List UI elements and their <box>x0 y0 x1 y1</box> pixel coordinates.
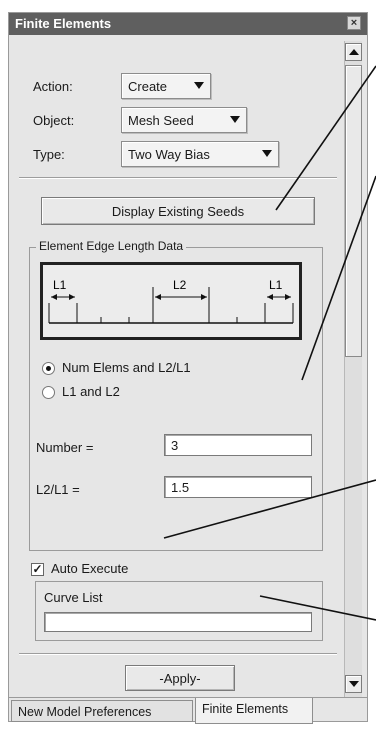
finite-elements-panel: Finite Elements × Action: Create Object:… <box>8 12 368 724</box>
dim-label-middle: L2 <box>173 278 187 292</box>
title-bar: Finite Elements × <box>9 13 367 35</box>
scrollbar-thumb[interactable] <box>345 65 362 357</box>
ratio-field[interactable]: 1.5 <box>164 476 312 498</box>
tab-new-model-preferences[interactable]: New Model Preferences <box>11 700 193 722</box>
curve-list-group: Curve List <box>35 581 323 641</box>
object-label: Object: <box>33 113 75 128</box>
bias-diagram: L1 L2 L1 <box>40 262 302 340</box>
radio-l1-l2[interactable] <box>42 386 55 399</box>
curve-list-input[interactable] <box>44 612 312 632</box>
arrowhead <box>51 294 57 300</box>
form-content: Action: Create Object: Mesh Seed Type: T… <box>9 35 343 697</box>
arrowhead <box>267 294 273 300</box>
radio-num-elems[interactable] <box>42 362 55 375</box>
object-dropdown[interactable]: Mesh Seed <box>121 107 247 133</box>
arrow-down-icon[interactable] <box>345 675 362 693</box>
action-value: Create <box>128 79 168 94</box>
tab-strip: New Model Preferences Finite Elements <box>9 697 367 724</box>
auto-execute-checkbox[interactable]: ✓ <box>31 563 44 576</box>
type-value: Two Way Bias <box>128 147 210 162</box>
bias-diagram-svg: L1 L2 L1 <box>48 278 294 324</box>
action-dropdown[interactable]: Create <box>121 73 211 99</box>
apply-button[interactable]: -Apply- <box>125 665 235 691</box>
display-existing-seeds-button[interactable]: Display Existing Seeds <box>41 197 315 225</box>
chevron-down-icon <box>262 150 272 157</box>
element-edge-length-group: Element Edge Length Data L1 L2 L1 Num El… <box>29 239 323 551</box>
vertical-scrollbar[interactable] <box>344 41 362 697</box>
arrowhead <box>201 294 207 300</box>
radio-num-elems-label: Num Elems and L2/L1 <box>62 360 191 375</box>
dim-label-right: L1 <box>269 278 283 292</box>
group-title: Element Edge Length Data <box>36 239 187 253</box>
number-field[interactable]: 3 <box>164 434 312 456</box>
action-label: Action: <box>33 79 73 94</box>
object-value: Mesh Seed <box>128 113 194 128</box>
ratio-label: L2/L1 = <box>36 482 80 497</box>
tab-finite-elements[interactable]: Finite Elements <box>195 698 313 724</box>
chevron-down-icon <box>230 116 240 123</box>
separator <box>19 177 337 179</box>
close-icon[interactable]: × <box>347 16 361 30</box>
chevron-down-icon <box>194 82 204 89</box>
type-dropdown[interactable]: Two Way Bias <box>121 141 279 167</box>
arrow-up-icon[interactable] <box>345 43 362 61</box>
arrowhead <box>155 294 161 300</box>
number-label: Number = <box>36 440 94 455</box>
arrowhead <box>285 294 291 300</box>
panel-title: Finite Elements <box>15 16 112 31</box>
curve-list-label: Curve List <box>44 590 103 605</box>
arrowhead <box>69 294 75 300</box>
dim-label-left: L1 <box>53 278 67 292</box>
type-label: Type: <box>33 147 65 162</box>
radio-l1-l2-label: L1 and L2 <box>62 384 120 399</box>
separator <box>19 653 337 655</box>
auto-execute-label: Auto Execute <box>51 561 129 576</box>
